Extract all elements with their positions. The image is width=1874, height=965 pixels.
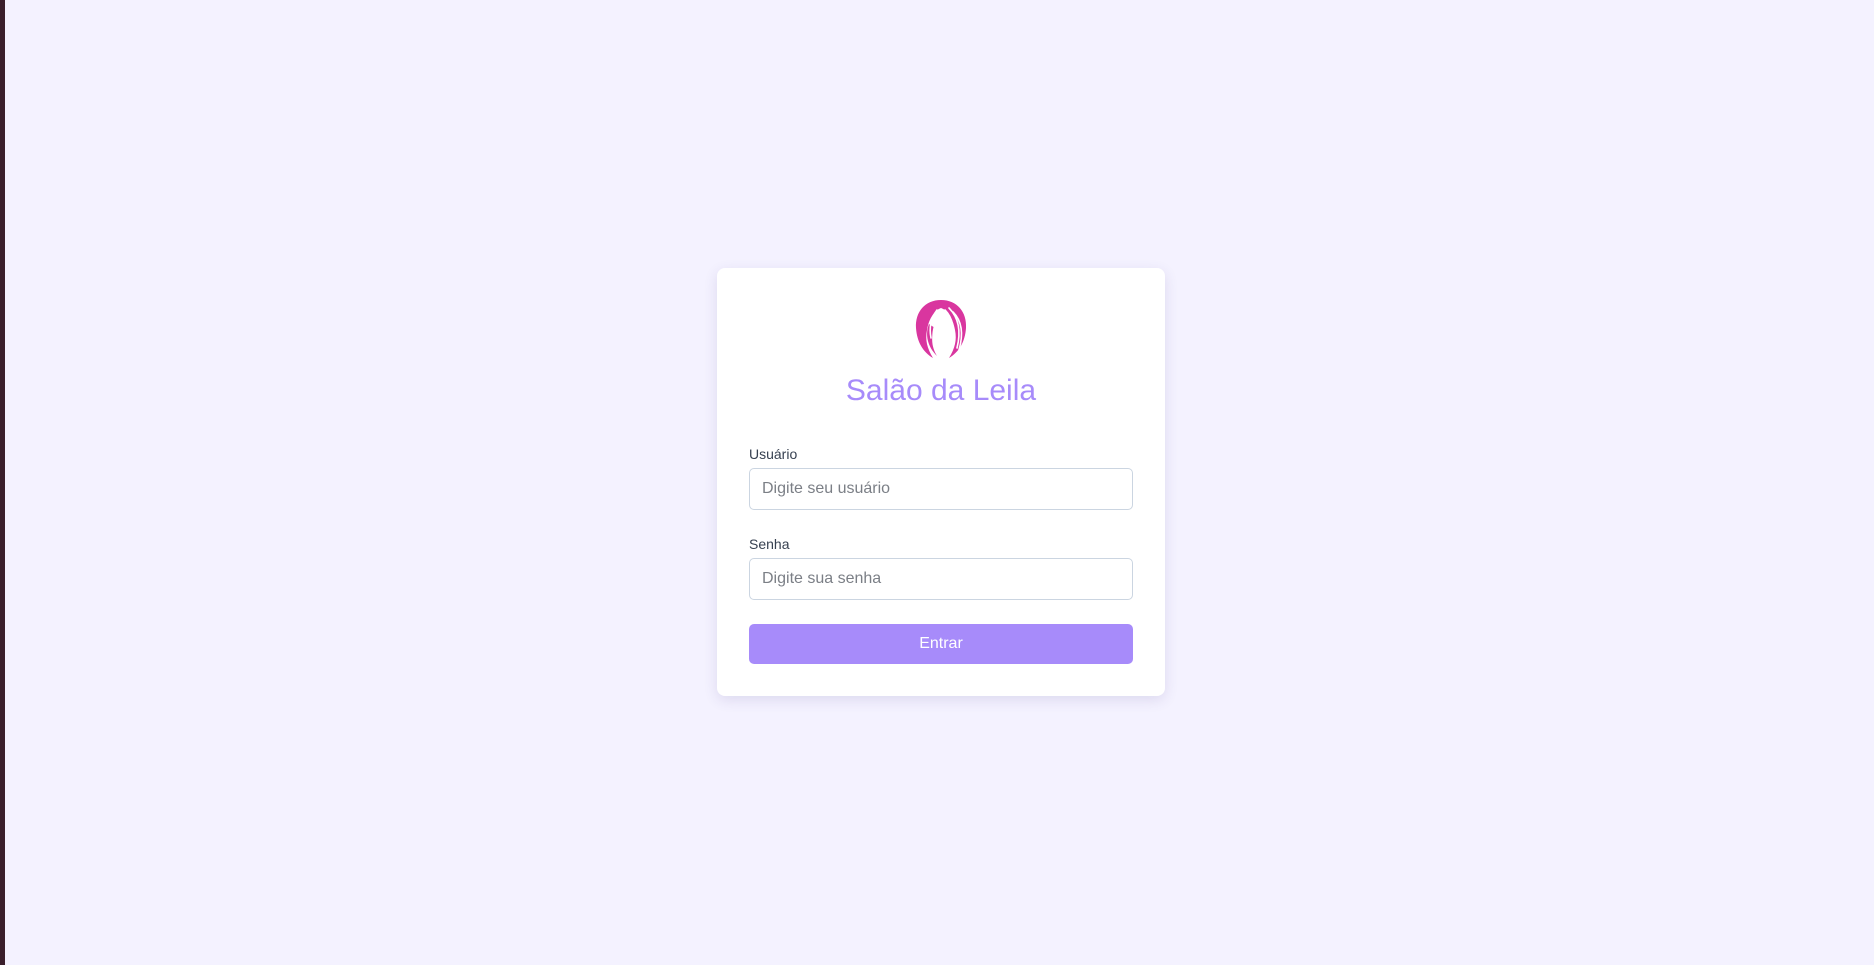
login-card: Salão da Leila Usuário Senha Entrar [717,268,1165,696]
username-label: Usuário [749,446,798,462]
window-edge [0,0,5,965]
hair-logo-icon [911,298,971,360]
login-button[interactable]: Entrar [749,624,1133,664]
app-title: Salão da Leila [845,374,1037,407]
password-input[interactable] [749,558,1133,600]
username-input[interactable] [749,468,1133,510]
password-label: Senha [749,536,790,552]
